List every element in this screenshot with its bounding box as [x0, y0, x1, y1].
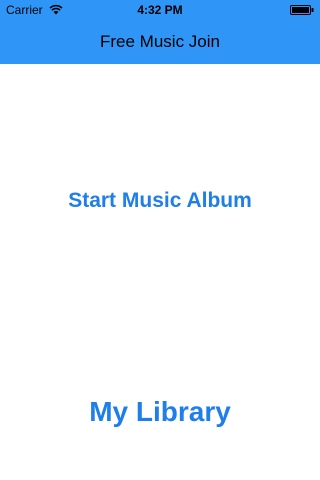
navigation-bar: Carrier 4:32 PM Free Music Join — [0, 0, 320, 64]
status-time: 4:32 PM — [137, 3, 183, 17]
status-bar: Carrier 4:32 PM — [0, 0, 320, 20]
app-screen: Carrier 4:32 PM Free Music Join Start Mu… — [0, 0, 320, 480]
my-library-button[interactable]: My Library — [0, 395, 320, 429]
start-music-album-button[interactable]: Start Music Album — [0, 188, 320, 214]
battery-icon — [290, 5, 314, 15]
page-title: Free Music Join — [100, 32, 220, 51]
